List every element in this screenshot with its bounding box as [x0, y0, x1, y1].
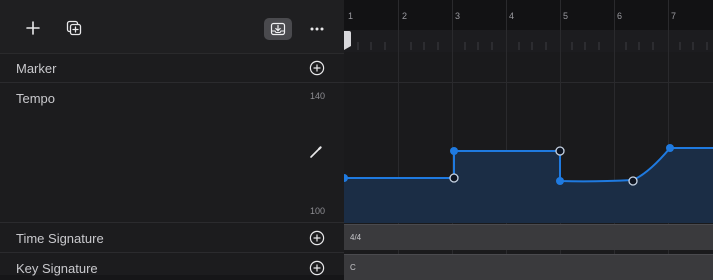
- bar-number: 2: [402, 11, 408, 21]
- ellipsis-icon: [310, 27, 324, 31]
- toolbar: [0, 0, 344, 54]
- plus-icon: [26, 21, 40, 35]
- marker-label: Marker: [16, 61, 57, 76]
- pencil-icon[interactable]: [308, 144, 324, 160]
- row-divider: [0, 82, 344, 83]
- key-signature-value: C: [350, 263, 356, 272]
- time-signature-value: 4/4: [350, 233, 362, 242]
- key-signature-region[interactable]: C: [344, 254, 713, 280]
- bar-number: 3: [455, 11, 461, 21]
- track-header-panel: Marker Tempo 140 100 Time Signature Key …: [0, 0, 344, 276]
- import-button[interactable]: [264, 18, 292, 40]
- add-time-signature-button[interactable]: [309, 230, 325, 246]
- time-signature-region[interactable]: 4/4: [344, 224, 713, 250]
- row-divider: [0, 222, 344, 223]
- timeline-area[interactable]: 1 2 3 4 5 6 7 4/4 C: [344, 0, 713, 280]
- ruler-ticks: [344, 30, 713, 52]
- bar-number: 5: [563, 11, 569, 21]
- row-divider: [0, 252, 344, 253]
- tempo-min-value: 100: [310, 206, 326, 216]
- add-key-signature-button[interactable]: [309, 260, 325, 276]
- bar-number: 7: [671, 11, 677, 21]
- bar-number: 6: [617, 11, 623, 21]
- tempo-max-value: 140: [310, 91, 326, 101]
- time-signature-label: Time Signature: [16, 231, 104, 246]
- add-marker-button[interactable]: [309, 60, 325, 76]
- tempo-automation[interactable]: [344, 83, 713, 223]
- tempo-label: Tempo: [16, 91, 56, 106]
- duplicate-button[interactable]: [63, 17, 85, 39]
- import-tray-icon: [270, 22, 286, 36]
- bar-number: 4: [509, 11, 515, 21]
- more-button[interactable]: [306, 18, 328, 40]
- bar-number: 1: [348, 11, 354, 21]
- key-signature-label: Key Signature: [16, 261, 98, 276]
- bar-ruler[interactable]: 1 2 3 4 5 6 7: [344, 0, 713, 52]
- add-button[interactable]: [22, 17, 44, 39]
- duplicate-icon: [66, 20, 82, 36]
